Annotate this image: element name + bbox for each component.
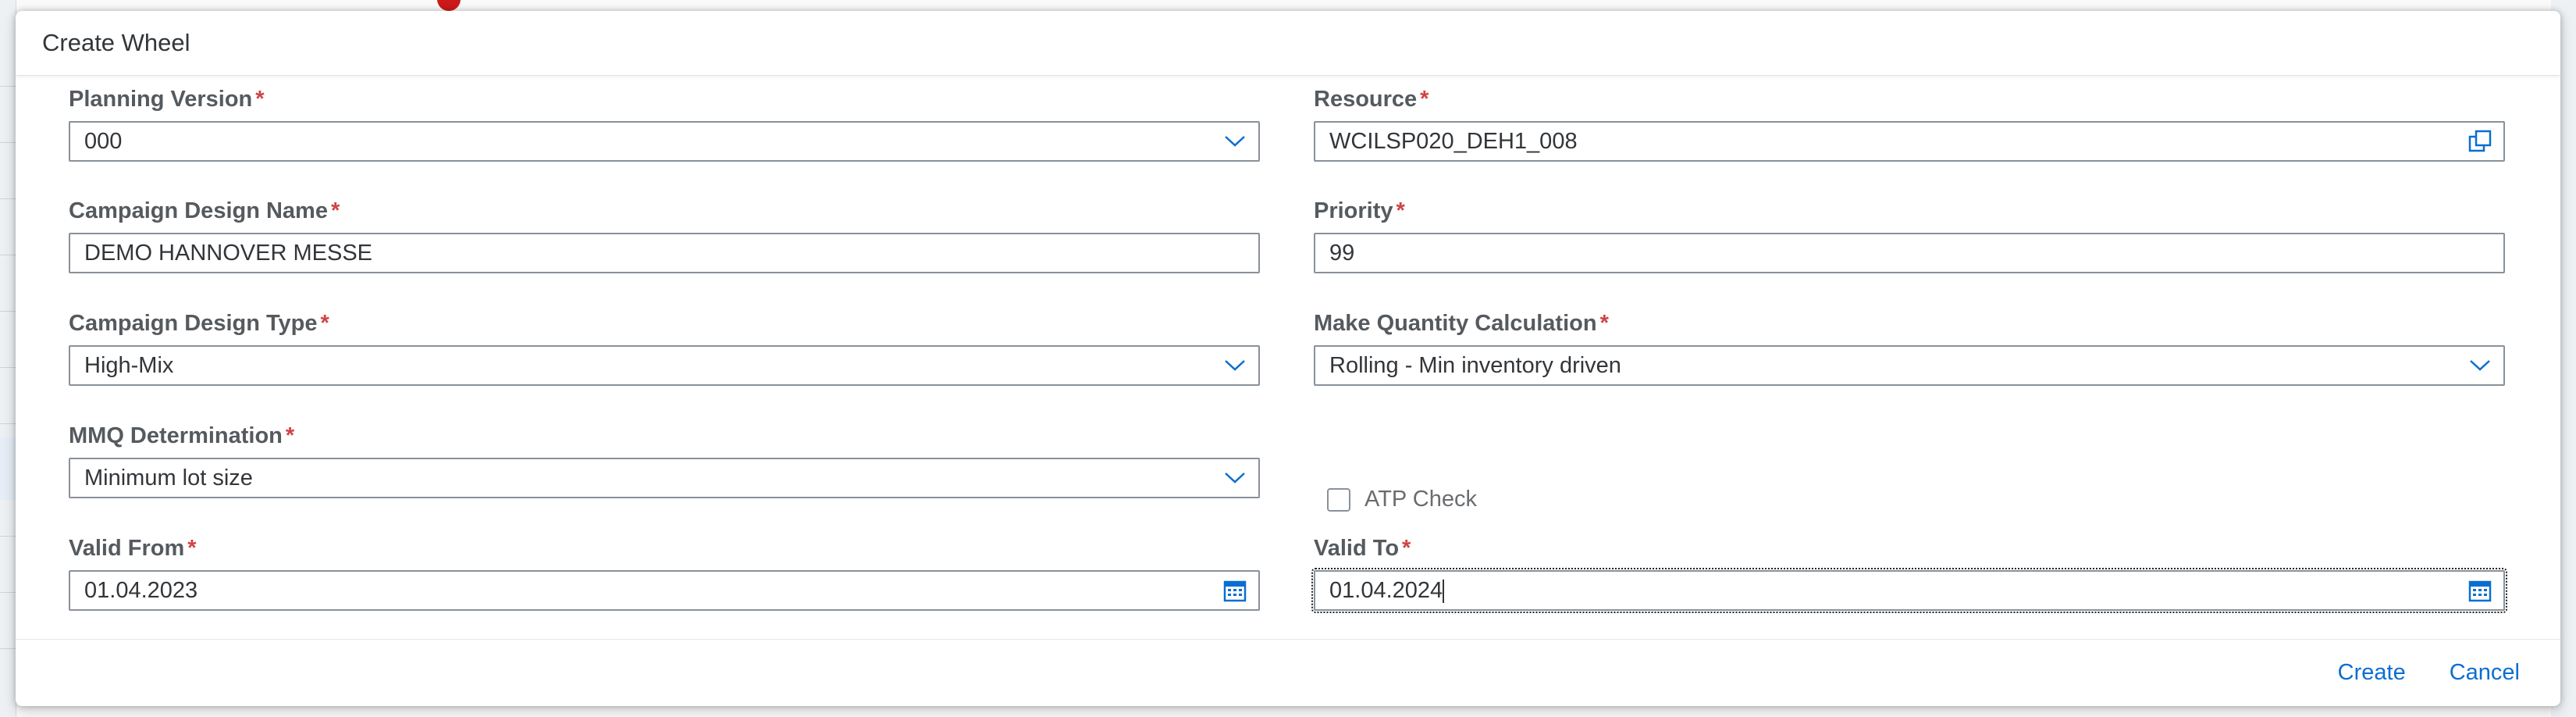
valid-from-value: 01.04.2023: [84, 577, 198, 603]
campaign-design-type-value: High-Mix: [84, 352, 174, 378]
valid-to-label: Valid To *: [1314, 536, 1411, 561]
campaign-design-type-select[interactable]: High-Mix: [69, 345, 1260, 386]
priority-input[interactable]: 99: [1314, 233, 2505, 273]
chevron-down-icon[interactable]: [2457, 347, 2503, 384]
page: Create Wheel Planning Version * 000 Resou…: [0, 0, 2576, 717]
background-selected-row: [0, 437, 16, 500]
campaign-design-name-value: DEMO HANNOVER MESSE: [84, 240, 372, 266]
required-marker: *: [285, 423, 295, 448]
mmq-determination-label: MMQ Determination *: [69, 423, 295, 448]
text-cursor: [1443, 579, 1445, 603]
priority-value: 99: [1329, 240, 1355, 266]
priority-label: Priority *: [1314, 198, 1405, 223]
resource-field: Resource * WCILSP020_DEH1_008: [1314, 84, 2505, 162]
mmq-determination-select[interactable]: Minimum lot size: [69, 458, 1260, 498]
required-marker: *: [320, 311, 329, 336]
priority-field: Priority * 99: [1314, 195, 2505, 273]
required-marker: *: [1396, 198, 1405, 223]
required-marker: *: [330, 198, 340, 223]
atp-check-checkbox[interactable]: [1327, 487, 1350, 512]
valid-to-value: 01.04.2024: [1329, 577, 1445, 603]
valid-to-field: Valid To * 01.04.2024: [1311, 533, 2507, 613]
resource-label: Resource *: [1314, 87, 1429, 112]
create-wheel-dialog: Create Wheel Planning Version * 000 Resou…: [16, 11, 2560, 706]
campaign-design-type-field: Campaign Design Type * High-Mix: [69, 308, 1260, 386]
planning-version-select[interactable]: 000: [69, 121, 1260, 162]
dialog-title: Create Wheel: [42, 29, 190, 56]
make-quantity-calculation-select[interactable]: Rolling - Min inventory driven: [1314, 345, 2505, 386]
planning-version-value: 000: [84, 128, 123, 154]
resource-input[interactable]: WCILSP020_DEH1_008: [1314, 121, 2505, 162]
dialog-footer: Create Cancel: [16, 639, 2560, 706]
atp-check-label: ATP Check: [1364, 487, 1477, 512]
chevron-down-icon[interactable]: [1212, 347, 1258, 384]
valid-to-datepicker[interactable]: 01.04.2024: [1311, 568, 2507, 613]
resource-value: WCILSP020_DEH1_008: [1329, 128, 1578, 154]
chevron-down-icon[interactable]: [1212, 459, 1258, 497]
valid-from-datepicker[interactable]: 01.04.2023: [69, 570, 1260, 611]
make-quantity-calculation-field: Make Quantity Calculation * Rolling - Min…: [1314, 308, 2505, 386]
status-error-icon: [437, 0, 461, 11]
create-button[interactable]: Create: [2338, 654, 2406, 692]
value-help-icon[interactable]: [2457, 123, 2503, 160]
required-marker: *: [1402, 536, 1411, 561]
cancel-button[interactable]: Cancel: [2450, 654, 2520, 692]
dialog-header: Create Wheel: [16, 11, 2560, 76]
make-quantity-calculation-value: Rolling - Min inventory driven: [1329, 352, 1621, 378]
valid-from-label: Valid From *: [69, 536, 197, 561]
planning-version-label: Planning Version *: [69, 87, 265, 112]
required-marker: *: [255, 87, 265, 112]
campaign-design-name-field: Campaign Design Name * DEMO HANNOVER MESS…: [69, 195, 1260, 273]
mmq-determination-value: Minimum lot size: [84, 465, 253, 490]
required-marker: *: [1599, 311, 1609, 336]
campaign-design-name-input[interactable]: DEMO HANNOVER MESSE: [69, 233, 1260, 273]
valid-from-field: Valid From * 01.04.2023: [69, 533, 1260, 611]
chevron-down-icon[interactable]: [1212, 123, 1258, 160]
dialog-body: Planning Version * 000 Resource * WCILSP02…: [16, 76, 2560, 648]
make-quantity-calculation-label: Make Quantity Calculation *: [1314, 311, 1609, 336]
mmq-determination-field: MMQ Determination * Minimum lot size: [69, 420, 1260, 498]
calendar-icon[interactable]: [1212, 572, 1258, 609]
background-row-selector-column: [0, 0, 16, 717]
campaign-design-type-label: Campaign Design Type *: [69, 311, 329, 336]
atp-check-option[interactable]: ATP Check: [1327, 487, 1477, 512]
campaign-design-name-label: Campaign Design Name *: [69, 198, 340, 223]
planning-version-field: Planning Version * 000: [69, 84, 1260, 162]
required-marker: *: [187, 536, 197, 561]
calendar-icon[interactable]: [2457, 572, 2503, 609]
required-marker: *: [1420, 87, 1429, 112]
